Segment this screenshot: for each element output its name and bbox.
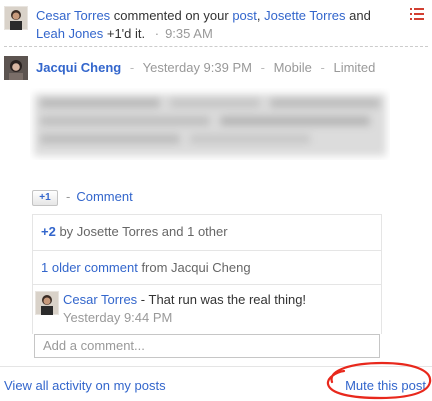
add-comment-input[interactable]: Add a comment... (34, 334, 380, 358)
comment-link[interactable]: Comment (76, 189, 132, 204)
separator: - (66, 189, 71, 204)
separator: - (320, 60, 325, 75)
plus-ones-text: by Josette Torres and 1 other (55, 224, 228, 239)
notification-text: Cesar Torres commented on your post, Jos… (36, 8, 371, 41)
older-comment-link[interactable]: 1 older comment (41, 260, 138, 275)
blurred-post-content (34, 94, 386, 156)
actor2-link[interactable]: Josette Torres (264, 8, 345, 23)
notification-header: Cesar Torres commented on your post, Jos… (4, 4, 428, 42)
post-author[interactable]: Jacqui Cheng (36, 60, 121, 75)
plus-one-button[interactable]: +1 (32, 189, 58, 206)
comments-section: +2 by Josette Torres and 1 other 1 older… (32, 214, 382, 334)
comment-item: Cesar Torres - That run was the real thi… (33, 284, 381, 334)
mute-post-link[interactable]: Mute this post (345, 377, 426, 395)
actor-link[interactable]: Cesar Torres (36, 8, 110, 23)
post-source: Mobile (273, 60, 312, 75)
older-comments-row: 1 older comment from Jacqui Cheng (33, 250, 381, 284)
actor3-link[interactable]: Leah Jones (36, 26, 103, 41)
older-comment-text: from Jacqui Cheng (137, 260, 251, 275)
separator: - (129, 60, 135, 75)
notification-time: 9:35 AM (165, 26, 213, 41)
post-header: Jacqui Cheng - Yesterday 9:39 PM - Mobil… (4, 56, 428, 80)
plus-ones-row: +2 by Josette Torres and 1 other (33, 214, 381, 250)
avatar-jacqui-cheng[interactable] (4, 56, 28, 80)
avatar-cesar-torres[interactable] (35, 291, 59, 315)
view-all-activity-link[interactable]: View all activity on my posts (4, 377, 166, 395)
footer-divider (0, 366, 432, 367)
comment-text: - That run was the real thing! (137, 292, 307, 307)
post-visibility[interactable]: Limited (333, 60, 375, 75)
comment-author[interactable]: Cesar Torres (63, 292, 137, 307)
notification-dot: · (154, 26, 160, 41)
post-link[interactable]: post (232, 8, 257, 23)
plus-count-link[interactable]: +2 (41, 224, 56, 239)
divider (4, 46, 428, 47)
post-time[interactable]: Yesterday 9:39 PM (143, 60, 252, 75)
list-menu-icon[interactable] (410, 8, 424, 20)
avatar-cesar-torres[interactable] (4, 6, 28, 30)
comment-time[interactable]: Yesterday 9:44 PM (63, 309, 306, 327)
post-actions: +1- Comment (32, 188, 133, 206)
separator: - (260, 60, 265, 75)
